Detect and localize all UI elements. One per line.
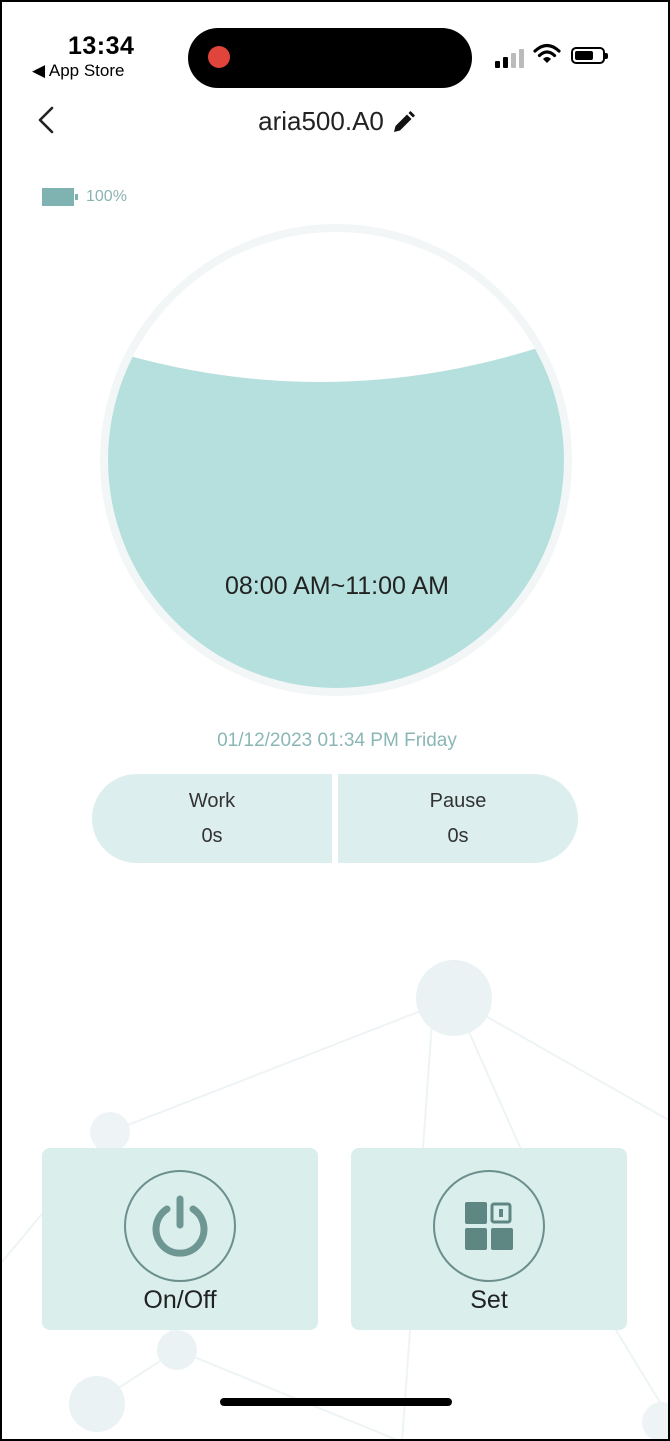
device-battery-percent: 100% [86,188,127,205]
work-label: Work [188,789,236,812]
back-to-app-store-link[interactable]: ◀ App Store [32,61,124,81]
device-battery: 100% [42,188,127,206]
pause-value: 0s [447,824,469,847]
device-title: aria500.A0 [2,106,668,137]
recording-indicator-icon [208,46,230,68]
work-pause-stats: Work 0s Pause 0s [92,774,578,863]
phone-battery-icon [571,47,608,64]
pause-stat: Pause 0s [338,774,578,863]
power-icon [124,1170,236,1282]
home-indicator[interactable] [220,1398,452,1406]
water-level-fill [108,342,564,688]
grid-settings-icon [433,1170,545,1282]
pencil-icon[interactable] [390,110,416,136]
work-value: 0s [201,824,223,847]
dynamic-island [188,28,472,88]
phone-screen: 13:34 ◀ App Store aria500.A0 100% 08:00 … [0,0,670,1441]
schedule-gauge [100,224,572,696]
device-battery-icon [42,188,78,206]
on-off-button[interactable]: On/Off [42,1148,318,1330]
status-time: 13:34 [68,32,135,60]
cellular-signal-icon [495,46,524,68]
wifi-icon [533,43,561,63]
current-datetime: 01/12/2023 01:34 PM Friday [217,730,457,751]
schedule-time-range: 08:00 AM~11:00 AM [225,572,449,600]
set-label: Set [470,1286,508,1314]
set-button[interactable]: Set [351,1148,627,1330]
pause-label: Pause [429,789,487,812]
work-stat: Work 0s [92,774,332,863]
on-off-label: On/Off [143,1286,217,1314]
device-name: aria500.A0 [258,106,384,136]
